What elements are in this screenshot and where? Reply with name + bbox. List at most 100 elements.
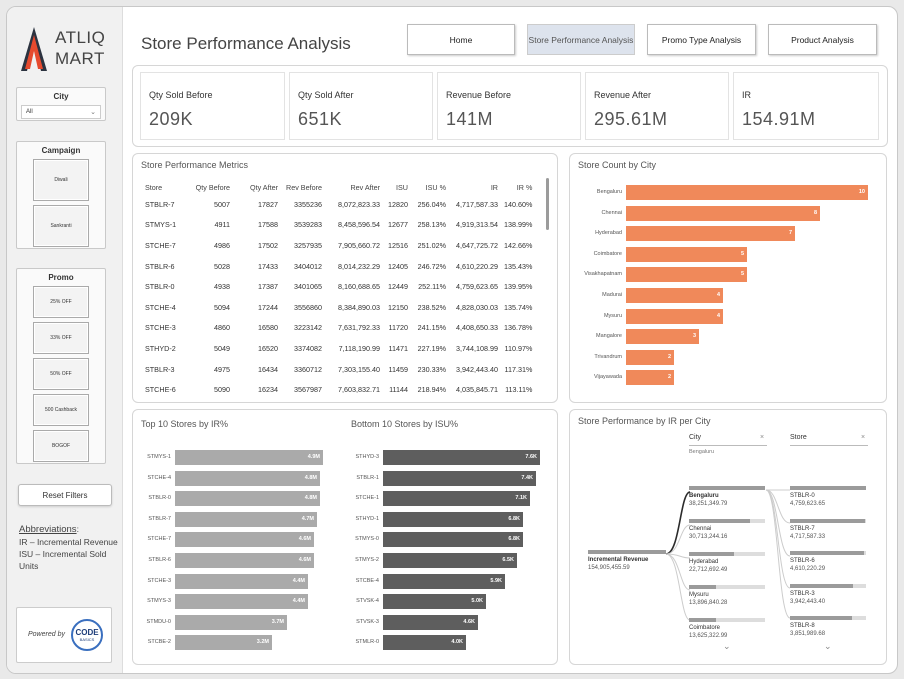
bar[interactable]: 4.9M	[175, 450, 323, 465]
decomp-store-bar	[790, 518, 866, 523]
nav-store-performance-button[interactable]: Store Performance Analysis	[527, 24, 635, 55]
decomp-store-node[interactable]: STBLR-7 4,717,587.33	[790, 525, 825, 541]
table-row[interactable]: STCHE-3 4860 16580 3223142 7,631,792.33 11720…	[139, 318, 535, 339]
bar[interactable]: 4.6K	[383, 614, 478, 630]
table-cell: 5028	[214, 261, 230, 271]
bar[interactable]: 3.2M	[175, 635, 272, 651]
promo-option[interactable]: 25% OFF	[33, 286, 89, 318]
abbreviation-isu: ISU – Incremental Sold Units	[19, 549, 107, 571]
table-row[interactable]: STBLR-7 5007 17827 3355236 8,072,823.33 12820…	[139, 194, 535, 215]
campaign-option[interactable]: Diwali	[33, 159, 89, 201]
table-row[interactable]: STBLR-6 5028 17433 3404012 8,014,232.29 12405…	[139, 256, 535, 277]
bar[interactable]: 4.6M	[175, 532, 314, 548]
bar[interactable]: 7	[626, 226, 795, 242]
bar[interactable]: 6.8K	[383, 511, 523, 527]
table-row[interactable]: STBLR-3 4975 16434 3360712 7,303,155.40 11459…	[139, 359, 535, 380]
decomp-city-scroll-chevron-icon[interactable]: ⌄	[723, 641, 731, 652]
table-row[interactable]: STHYD-2 5049 16520 3374082 7,118,190.99 11471…	[139, 338, 535, 359]
decomp-store-node[interactable]: STBLR-6 4,610,220.29	[790, 557, 825, 573]
promo-option[interactable]: BOGOF	[33, 430, 89, 462]
bar[interactable]: 6.8K	[383, 532, 523, 548]
table-cell: 3257935	[294, 240, 322, 250]
bar[interactable]: 7.4K	[383, 470, 536, 486]
bar[interactable]: 4	[626, 288, 723, 303]
decomp-city-name: Coimbatore	[689, 625, 721, 631]
table-scrollbar[interactable]	[546, 178, 549, 230]
table-cell: STBLR-0	[145, 282, 175, 292]
nav-home-button[interactable]: Home	[407, 24, 515, 55]
bar[interactable]: 4.4M	[175, 573, 308, 589]
kpi-label: Qty Sold Before	[149, 90, 213, 100]
bar[interactable]: 2	[626, 349, 674, 365]
bar[interactable]: 4.0K	[383, 635, 466, 651]
column-header[interactable]: Rev After	[325, 180, 383, 194]
decomp-store-node[interactable]: STBLR-8 3,851,989.68	[790, 622, 825, 638]
column-header[interactable]: Rev Before	[281, 180, 325, 194]
decomp-city-node[interactable]: Chennai 30,713,244.16	[689, 525, 727, 541]
decomp-store-node[interactable]: STBLR-3 3,942,443.40	[790, 590, 825, 606]
promo-option[interactable]: 33% OFF	[33, 322, 89, 354]
decomp-store-value: 4,759,623.65	[790, 501, 826, 507]
bar[interactable]: 5.0K	[383, 594, 486, 610]
column-header[interactable]: ISU	[383, 180, 411, 194]
bar[interactable]: 3.7M	[175, 614, 287, 630]
table-cell: 115.88%	[501, 400, 535, 402]
column-header[interactable]: IR	[449, 180, 501, 194]
nav-promo-type-button[interactable]: Promo Type Analysis	[647, 24, 756, 55]
table-row[interactable]: STMYS-1 4911 17588 3539283 8,458,596.54 12677…	[139, 215, 535, 236]
promo-option[interactable]: 500 Cashback	[33, 394, 89, 426]
nav-product-analysis-button[interactable]: Product Analysis	[768, 24, 877, 55]
bar[interactable]: 7.1K	[383, 491, 530, 507]
decomp-store-node[interactable]: STBLR-0 4,759,623.65	[790, 492, 825, 508]
decomp-city-node[interactable]: Bengaluru 38,251,349.79	[689, 492, 727, 508]
table-row[interactable]: STCHE-7 4986 17502 3257935 7,905,660.72 12516…	[139, 235, 535, 256]
kpi-label: Qty Sold After	[298, 90, 354, 100]
decomp-root-node[interactable]: Incremental Revenue 154,905,455.59	[588, 556, 648, 572]
table-cell: 7,905,660.72	[338, 240, 380, 250]
bar[interactable]: 5	[626, 267, 747, 283]
column-header[interactable]: IR %	[501, 180, 535, 194]
bar[interactable]: 4.7M	[175, 511, 317, 527]
column-header[interactable]: Qty Before	[189, 180, 233, 194]
reset-filters-button[interactable]: Reset Filters	[18, 484, 112, 506]
table-row[interactable]: STCHE-4 5094 17244 3556860 8,384,890.03 12150…	[139, 297, 535, 318]
bar[interactable]: 4.6M	[175, 553, 314, 568]
bar-category-label: STHYD-1	[355, 515, 379, 522]
table-cell: 17244	[258, 302, 278, 312]
table-cell: 3360712	[294, 364, 322, 374]
bar[interactable]: 4.4M	[175, 594, 308, 610]
campaign-option[interactable]: Sankranti	[33, 205, 89, 247]
kpi-value: 141M	[446, 109, 494, 129]
table-cell: 258.13%	[417, 220, 446, 230]
bar[interactable]: 3	[626, 329, 699, 345]
column-header[interactable]: Qty After	[233, 180, 281, 194]
bar[interactable]: 4.8M	[175, 470, 320, 486]
bar[interactable]: 2	[626, 370, 674, 386]
decomp-city-node[interactable]: Hyderabad 22,712,692.49	[689, 558, 727, 574]
table-cell: 138.99%	[504, 220, 533, 230]
bar[interactable]: 8	[626, 205, 820, 221]
decomp-city-bar	[689, 552, 765, 556]
decomp-city-node[interactable]: Mysuru 13,896,840.28	[689, 591, 727, 607]
column-header[interactable]: ISU %	[411, 180, 449, 194]
bar[interactable]: 7.6K	[383, 450, 540, 465]
table-cell: STBLR-7	[145, 199, 175, 209]
table-cell: 4,610,220.29	[456, 261, 498, 271]
bar[interactable]: 4.8M	[175, 491, 320, 507]
decomp-store-scroll-chevron-icon[interactable]: ⌄	[824, 641, 832, 652]
table-row[interactable]: STBLR-849291594632713127,062,082.5311017…	[139, 400, 535, 402]
bar[interactable]: 4	[626, 308, 723, 324]
table-cell: 135.43%	[504, 261, 533, 271]
bar[interactable]: 5.9K	[383, 573, 505, 589]
column-header[interactable]: Store	[139, 180, 189, 194]
table-row[interactable]: STBLR-0 4938 17387 3401065 8,160,688.65 12449…	[139, 276, 535, 297]
bar[interactable]: 6.5K	[383, 553, 517, 568]
bar[interactable]: 10	[626, 185, 868, 200]
bar-category-label: Mysuru	[603, 312, 622, 319]
promo-option[interactable]: 50% OFF	[33, 358, 89, 390]
bar[interactable]: 5	[626, 246, 747, 262]
bar-category-label: Mangalore	[596, 333, 622, 340]
table-row[interactable]: STCHE-6 5090 16234 3567987 7,603,832.71 11144…	[139, 379, 535, 400]
city-dropdown[interactable]: All ⌄	[21, 105, 101, 119]
decomp-city-node[interactable]: Coimbatore 13,625,322.99	[689, 624, 727, 640]
